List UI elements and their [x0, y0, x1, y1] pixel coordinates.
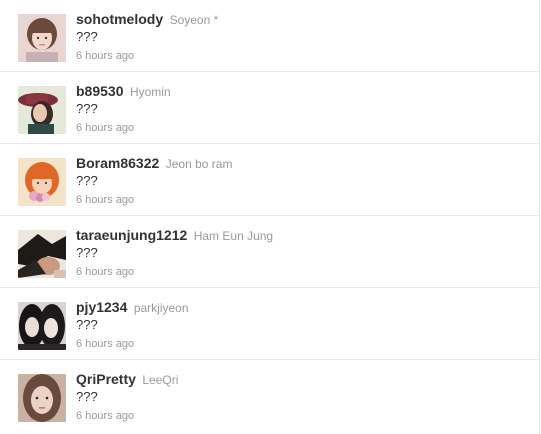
real-name[interactable]: Ham Eun Jung	[194, 229, 273, 243]
tweet-text: ???	[76, 245, 98, 260]
name-line: sohotmelody Soyeon *	[76, 10, 529, 29]
screen-name-link[interactable]: b89530	[76, 83, 123, 99]
avatar[interactable]	[18, 86, 66, 134]
list-item: QriPretty LeeQri ??? 6 hours ago	[0, 360, 539, 432]
item-content: sohotmelody Soyeon * ??? 6 hours ago	[76, 10, 529, 63]
name-line: b89530 Hyomin	[76, 82, 529, 101]
list-item: b89530 Hyomin ??? 6 hours ago	[0, 72, 539, 144]
real-name[interactable]: LeeQri	[142, 373, 178, 387]
tweet-text: ???	[76, 389, 98, 404]
name-line: pjy1234 parkjiyeon	[76, 298, 529, 317]
avatar[interactable]	[18, 374, 66, 422]
timestamp-link[interactable]: 6 hours ago	[76, 121, 529, 135]
item-content: QriPretty LeeQri ??? 6 hours ago	[76, 370, 529, 423]
tweet-text: ???	[76, 317, 98, 332]
timestamp-link[interactable]: 6 hours ago	[76, 265, 529, 279]
real-name[interactable]: Soyeon *	[170, 13, 219, 27]
screen-name-link[interactable]: sohotmelody	[76, 11, 163, 27]
timestamp-link[interactable]: 6 hours ago	[76, 193, 529, 207]
timestamp-link[interactable]: 6 hours ago	[76, 337, 529, 351]
tweet-text: ???	[76, 29, 98, 44]
item-content: b89530 Hyomin ??? 6 hours ago	[76, 82, 529, 135]
list-item: pjy1234 parkjiyeon ??? 6 hours ago	[0, 288, 539, 360]
name-line: Boram86322 Jeon bo ram	[76, 154, 529, 173]
tweet-text: ???	[76, 101, 98, 116]
screen-name-link[interactable]: pjy1234	[76, 299, 127, 315]
timestamp-link[interactable]: 6 hours ago	[76, 49, 529, 63]
name-line: taraeunjung1212 Ham Eun Jung	[76, 226, 529, 245]
item-content: taraeunjung1212 Ham Eun Jung ??? 6 hours…	[76, 226, 529, 279]
list-item: sohotmelody Soyeon * ??? 6 hours ago	[0, 0, 539, 72]
tweet-feed: sohotmelody Soyeon * ??? 6 hours ago b89…	[0, 0, 540, 434]
real-name[interactable]: Jeon bo ram	[166, 157, 233, 171]
item-content: Boram86322 Jeon bo ram ??? 6 hours ago	[76, 154, 529, 207]
item-content: pjy1234 parkjiyeon ??? 6 hours ago	[76, 298, 529, 351]
screen-name-link[interactable]: QriPretty	[76, 371, 136, 387]
avatar[interactable]	[18, 14, 66, 62]
list-item: Boram86322 Jeon bo ram ??? 6 hours ago	[0, 144, 539, 216]
avatar[interactable]	[18, 302, 66, 350]
screen-name-link[interactable]: taraeunjung1212	[76, 227, 187, 243]
timestamp-link[interactable]: 6 hours ago	[76, 409, 529, 423]
avatar[interactable]	[18, 158, 66, 206]
list-item: taraeunjung1212 Ham Eun Jung ??? 6 hours…	[0, 216, 539, 288]
real-name[interactable]: Hyomin	[130, 85, 171, 99]
avatar[interactable]	[18, 230, 66, 278]
tweet-text: ???	[76, 173, 98, 188]
real-name[interactable]: parkjiyeon	[134, 301, 189, 315]
name-line: QriPretty LeeQri	[76, 370, 529, 389]
screen-name-link[interactable]: Boram86322	[76, 155, 159, 171]
